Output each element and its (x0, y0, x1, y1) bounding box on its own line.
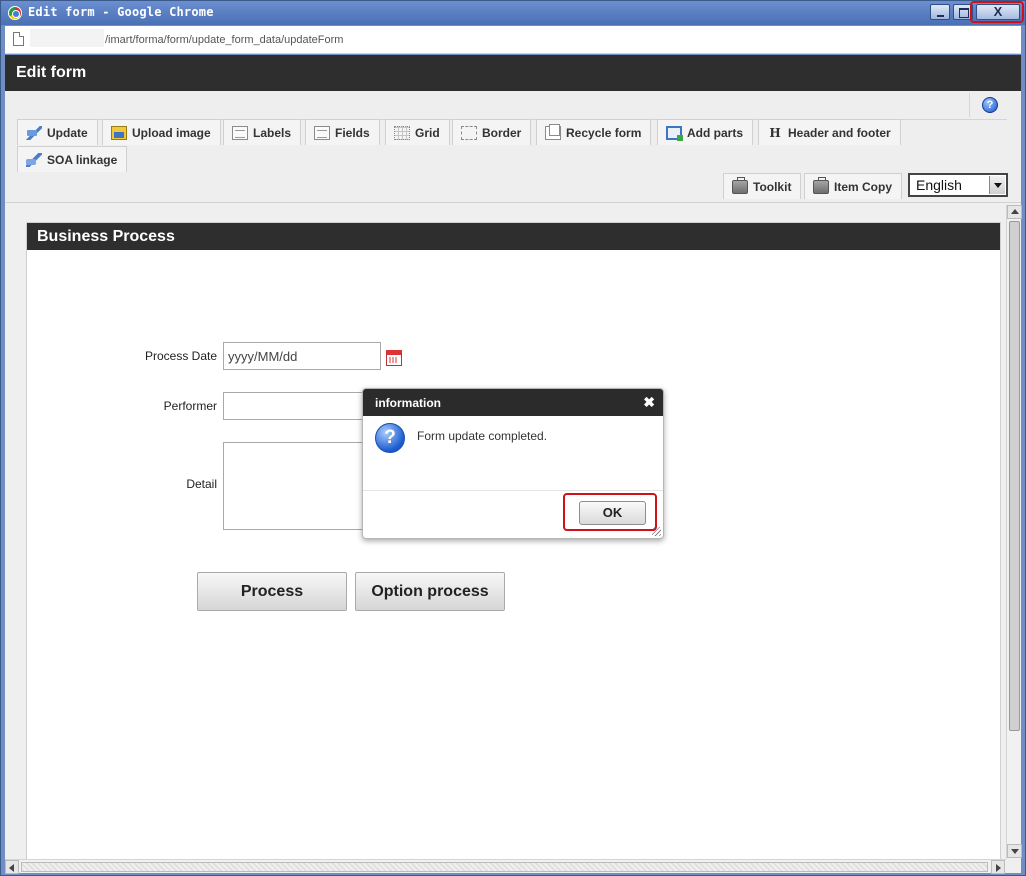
horizontal-scrollbar[interactable] (5, 859, 1006, 874)
update-button[interactable]: Update (17, 119, 98, 145)
toolkit-label: Toolkit (753, 179, 792, 194)
upload-image-label: Upload image (132, 125, 211, 140)
process-date-input[interactable]: yyyy/MM/dd (223, 342, 381, 370)
process-date-placeholder: yyyy/MM/dd (228, 349, 298, 364)
process-date-label: Process Date (144, 349, 217, 363)
chrome-icon (8, 6, 22, 20)
header-footer-icon: H (769, 125, 781, 140)
grid-label: Grid (415, 125, 440, 140)
item-copy-button[interactable]: Item Copy (804, 173, 903, 199)
detail-textarea[interactable] (223, 442, 368, 530)
scroll-right-arrow-icon[interactable] (991, 860, 1005, 874)
item-copy-label: Item Copy (834, 179, 893, 194)
soa-icon (26, 152, 42, 167)
help-divider (969, 93, 970, 117)
page-title: Edit form (16, 64, 87, 81)
fields-label: Fields (335, 125, 370, 140)
panel-title: Business Process (37, 228, 175, 245)
performer-input[interactable] (223, 392, 368, 420)
process-button[interactable]: Process (197, 572, 347, 611)
scroll-down-arrow-icon[interactable] (1007, 844, 1022, 858)
update-label: Update (47, 125, 88, 140)
border-button[interactable]: Border (452, 119, 532, 145)
help-icon[interactable]: ? (982, 97, 998, 113)
upload-image-button[interactable]: Upload image (102, 119, 221, 145)
recycle-icon (545, 123, 561, 140)
dialog-title: information (375, 396, 441, 410)
toolbox-icon (813, 176, 829, 194)
soa-linkage-button[interactable]: SOA linkage (17, 146, 128, 172)
window-titlebar: Edit form - Google Chrome X (1, 1, 1025, 25)
soa-linkage-label: SOA linkage (47, 152, 118, 167)
image-icon (111, 125, 127, 140)
performer-label: Performer (163, 399, 217, 413)
horizontal-scroll-thumb[interactable] (21, 862, 988, 872)
page-icon (13, 32, 24, 46)
browser-window: Edit form - Google Chrome X /imart/forma… (0, 0, 1026, 876)
scroll-up-arrow-icon[interactable] (1007, 205, 1022, 219)
fields-icon (314, 125, 330, 140)
add-parts-button[interactable]: Add parts (657, 119, 754, 145)
border-icon (461, 125, 477, 140)
labels-button[interactable]: Labels (223, 119, 302, 145)
calendar-icon[interactable] (386, 350, 402, 366)
dialog-divider (363, 490, 663, 491)
address-url[interactable]: /imart/forma/form/update_form_data/updat… (105, 34, 343, 46)
header-footer-label: Header and footer (788, 125, 891, 140)
toolkit-button[interactable]: Toolkit (723, 173, 802, 199)
app-header: Edit form (5, 55, 1021, 91)
scroll-left-arrow-icon[interactable] (5, 860, 19, 874)
add-parts-label: Add parts (687, 125, 744, 140)
border-label: Border (482, 125, 522, 140)
close-button-highlight (970, 1, 1024, 23)
recycle-form-label: Recycle form (566, 125, 642, 140)
address-host-redacted (30, 29, 104, 47)
update-icon (26, 125, 42, 140)
minimize-button[interactable] (930, 4, 950, 20)
question-icon: ? (375, 423, 405, 453)
add-parts-icon (666, 125, 683, 141)
dialog-message: Form update completed. (417, 429, 548, 443)
panel-header: Business Process (27, 223, 1000, 250)
recycle-form-button[interactable]: Recycle form (536, 119, 652, 145)
labels-label: Labels (253, 125, 292, 140)
language-select[interactable]: English (908, 173, 1008, 197)
vertical-scrollbar[interactable] (1006, 205, 1022, 859)
vertical-scroll-thumb[interactable] (1009, 221, 1020, 731)
dialog-close-icon[interactable]: ✖ (643, 394, 655, 411)
option-process-button[interactable]: Option process (355, 572, 505, 611)
grid-icon (394, 125, 410, 140)
window-title: Edit form - Google Chrome (28, 5, 214, 19)
toolbar-area: ? Update Upload image Labels Fields Grid (5, 91, 1021, 203)
labels-icon (232, 125, 248, 140)
header-footer-button[interactable]: H Header and footer (758, 119, 901, 145)
address-bar[interactable]: /imart/forma/form/update_form_data/updat… (5, 26, 1021, 54)
ok-button-highlight (563, 493, 657, 531)
chevron-down-icon[interactable] (989, 176, 1005, 194)
form-panel: Business Process Process Date yyyy/MM/dd… (26, 222, 1001, 862)
toolbox-icon (732, 176, 748, 194)
language-value: English (916, 177, 962, 193)
fields-button[interactable]: Fields (305, 119, 380, 145)
dialog-header: information ✖ (363, 389, 663, 416)
grid-button[interactable]: Grid (385, 119, 450, 145)
detail-label: Detail (186, 477, 217, 491)
